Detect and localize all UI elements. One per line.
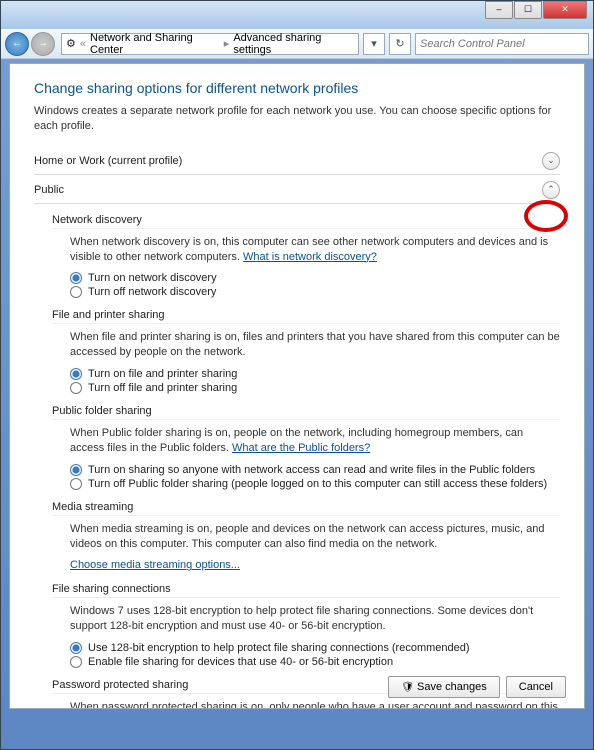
link-network-discovery[interactable]: What is network discovery? <box>243 251 377 263</box>
section-network-discovery: Network discovery When network discovery… <box>52 214 560 300</box>
radio-pubfolder-off[interactable]: Turn off Public folder sharing (people l… <box>70 477 560 491</box>
breadcrumb-parent[interactable]: Network and Sharing Center <box>90 32 220 56</box>
profile-label: Home or Work (current profile) <box>34 155 182 167</box>
page-intro: Windows creates a separate network profi… <box>34 104 560 134</box>
breadcrumb-sep: « <box>80 38 86 50</box>
control-panel-window: – ☐ ✕ ← → ⚙ « Network and Sharing Center… <box>0 0 594 750</box>
minimize-button[interactable]: – <box>485 1 513 19</box>
close-button[interactable]: ✕ <box>543 1 587 19</box>
page-title: Change sharing options for different net… <box>34 80 560 96</box>
section-title: Public folder sharing <box>52 405 560 420</box>
refresh-button[interactable]: ↻ <box>389 33 411 55</box>
profile-label: Public <box>34 184 64 196</box>
section-public-folder-sharing: Public folder sharing When Public folder… <box>52 405 560 491</box>
search-input[interactable] <box>415 33 589 55</box>
profile-public[interactable]: Public ⌃ <box>34 177 560 204</box>
section-desc: When Public folder sharing is on, people… <box>70 426 560 456</box>
radio-fileprint-off[interactable]: Turn off file and printer sharing <box>70 381 560 395</box>
section-desc: Windows 7 uses 128-bit encryption to hel… <box>70 604 560 634</box>
radio-encryption-4056[interactable]: Enable file sharing for devices that use… <box>70 655 560 669</box>
address-dropdown[interactable]: ▾ <box>363 33 385 55</box>
section-desc: When file and printer sharing is on, fil… <box>70 330 560 360</box>
footer-buttons: Save changes Cancel <box>388 676 566 698</box>
breadcrumb-current: Advanced sharing settings <box>233 32 354 56</box>
radio-fileprint-on[interactable]: Turn on file and printer sharing <box>70 367 560 381</box>
section-title: Network discovery <box>52 214 560 229</box>
titlebar: – ☐ ✕ <box>1 1 593 29</box>
link-media-streaming[interactable]: Choose media streaming options... <box>70 559 240 571</box>
section-desc: When media streaming is on, people and d… <box>70 522 560 552</box>
link-public-folders[interactable]: What are the Public folders? <box>232 442 370 454</box>
chevron-up-icon[interactable]: ⌃ <box>542 181 560 199</box>
content-area: Change sharing options for different net… <box>9 63 585 709</box>
save-button[interactable]: Save changes <box>388 676 499 698</box>
section-title: File and printer sharing <box>52 309 560 324</box>
maximize-button[interactable]: ☐ <box>514 1 542 19</box>
chevron-down-icon[interactable]: ⌄ <box>542 152 560 170</box>
address-bar[interactable]: ⚙ « Network and Sharing Center ▸ Advance… <box>61 33 359 55</box>
section-file-printer-sharing: File and printer sharing When file and p… <box>52 309 560 395</box>
folder-icon: ⚙ <box>66 37 76 50</box>
radio-pubfolder-on[interactable]: Turn on sharing so anyone with network a… <box>70 463 560 477</box>
navbar: ← → ⚙ « Network and Sharing Center ▸ Adv… <box>1 29 593 59</box>
breadcrumb-sep: ▸ <box>224 37 230 50</box>
section-media-streaming: Media streaming When media streaming is … <box>52 501 560 574</box>
radio-netdisc-off[interactable]: Turn off network discovery <box>70 285 560 299</box>
nav-back-button[interactable]: ← <box>5 32 29 56</box>
profile-home-work[interactable]: Home or Work (current profile) ⌄ <box>34 148 560 175</box>
section-desc: When network discovery is on, this compu… <box>70 235 560 265</box>
cancel-button[interactable]: Cancel <box>506 676 566 698</box>
nav-forward-button[interactable]: → <box>31 32 55 56</box>
section-file-sharing-connections: File sharing connections Windows 7 uses … <box>52 583 560 669</box>
radio-netdisc-on[interactable]: Turn on network discovery <box>70 271 560 285</box>
section-desc: When password protected sharing is on, o… <box>70 700 560 709</box>
section-title: File sharing connections <box>52 583 560 598</box>
radio-encryption-128[interactable]: Use 128-bit encryption to help protect f… <box>70 641 560 655</box>
section-title: Media streaming <box>52 501 560 516</box>
